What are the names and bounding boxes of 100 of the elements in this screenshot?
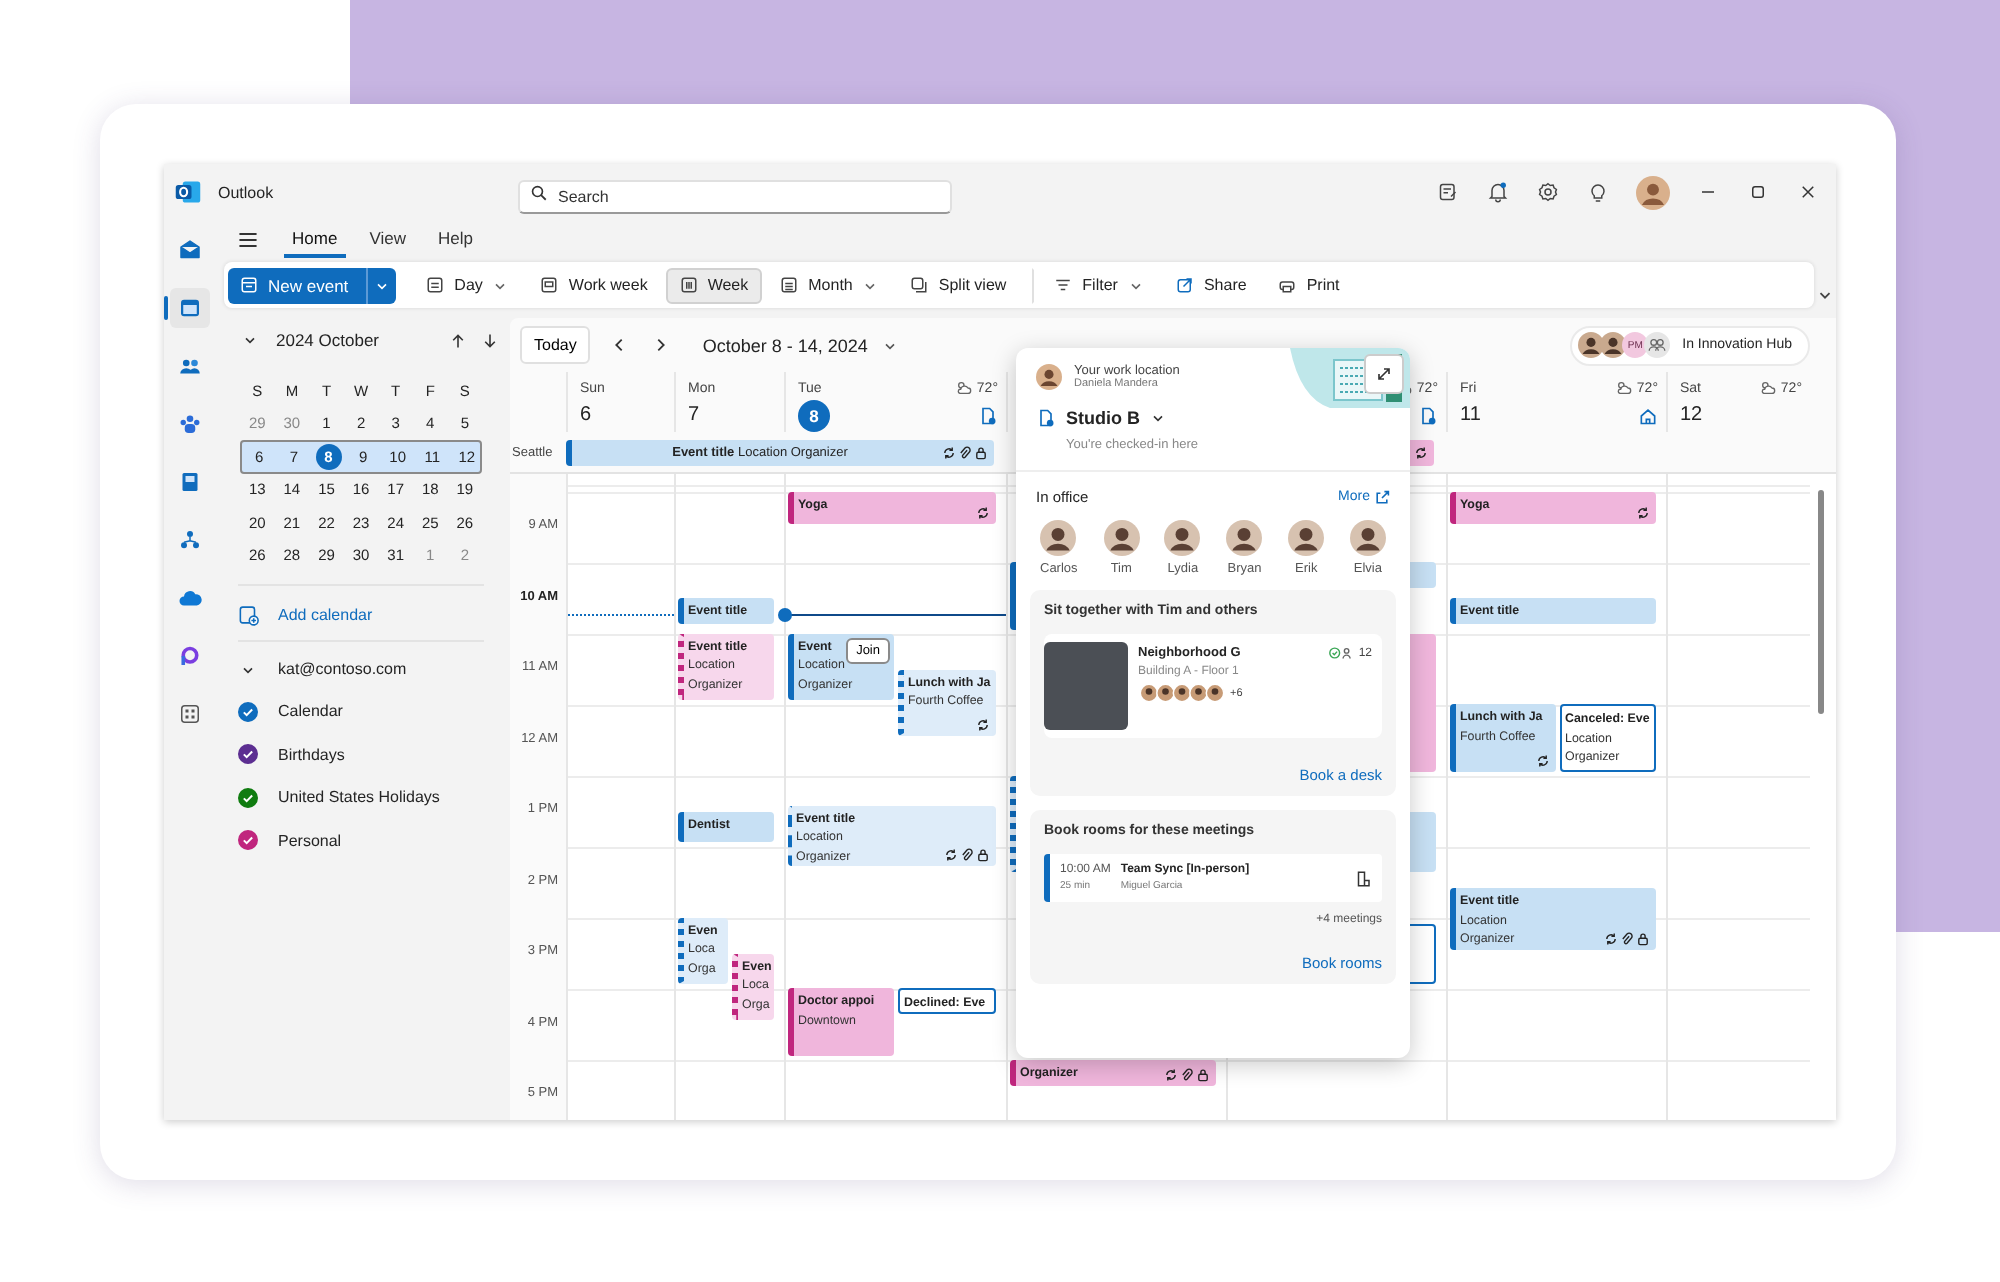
ribbon-tab[interactable]: Help (429, 222, 481, 258)
photo-placeholder (1044, 642, 1128, 730)
day-number[interactable]: 7 (688, 404, 700, 426)
open-external-icon (1374, 489, 1390, 505)
recurring-icon (1636, 505, 1650, 520)
cloud-sun-icon (1616, 380, 1633, 396)
notes-icon[interactable] (1436, 180, 1460, 204)
maximize-icon[interactable] (1746, 180, 1770, 204)
new-event-dropdown[interactable] (366, 267, 397, 303)
calendar-list-item[interactable]: Personal (238, 819, 504, 862)
filter-view-button[interactable]: Filter (1032, 267, 1158, 303)
day-number[interactable]: 6 (580, 404, 592, 426)
lock-icon (974, 445, 989, 459)
month-view-button[interactable]: Month (766, 267, 893, 303)
expand-icon (1374, 364, 1394, 384)
week-view-button[interactable]: Week (665, 267, 763, 303)
paperclip-icon (960, 848, 974, 863)
month-title: 2024 October (276, 330, 382, 350)
print-icon (1278, 276, 1297, 294)
paperclip-icon (1180, 1067, 1194, 1082)
people-icon (1644, 332, 1671, 358)
day-number[interactable]: 8 (798, 399, 830, 431)
calendar-list-item[interactable]: Birthdays (238, 733, 504, 776)
building-icon[interactable] (978, 405, 998, 425)
day-number[interactable]: 11 (1460, 404, 1481, 426)
ribbon-tab[interactable]: View (361, 222, 414, 258)
paperclip-icon (1620, 931, 1634, 946)
recurring-icon (976, 718, 990, 733)
avatar-silhouette[interactable] (1226, 520, 1263, 556)
calendar-icon (178, 296, 202, 320)
arrow-up-icon[interactable] (450, 331, 466, 349)
close-icon[interactable] (1796, 180, 1820, 204)
building-icon (1036, 408, 1056, 428)
workweek-view-button[interactable]: Work week (526, 267, 662, 303)
settings-icon[interactable] (1536, 180, 1560, 204)
avatar-silhouette[interactable] (1103, 520, 1140, 556)
workweek-icon (540, 276, 559, 294)
calendar-add-icon (238, 603, 260, 625)
add-calendar-link[interactable]: Add calendar (238, 600, 504, 628)
menu-icon[interactable] (236, 228, 260, 252)
arrow-down-icon[interactable] (482, 331, 498, 349)
apps-icon (178, 702, 202, 726)
building-icon[interactable] (1418, 405, 1438, 425)
day-icon (426, 276, 445, 294)
week-icon (679, 276, 698, 294)
room-icon (1354, 869, 1372, 887)
recurring-icon (1164, 1067, 1178, 1082)
avatar-silhouette[interactable] (1288, 520, 1325, 556)
day-number[interactable]: 12 (1680, 404, 1703, 426)
app-name: Outlook (218, 183, 276, 201)
ribbon-tab[interactable]: Home (284, 222, 346, 258)
checkbox-icon[interactable] (238, 701, 258, 722)
avatar-silhouette[interactable] (1164, 520, 1201, 556)
calendar-add-icon (240, 276, 258, 294)
calendar-list-item[interactable]: Calendar (238, 690, 504, 733)
today-button[interactable]: Today (520, 326, 591, 364)
date-range-picker[interactable]: October 8 - 14, 2024 (702, 335, 868, 355)
cloud-icon (178, 586, 202, 610)
location-dropdown[interactable]: Studio B (1066, 408, 1140, 428)
recurring-icon (944, 848, 958, 863)
day-view-button[interactable]: Day (412, 267, 523, 303)
recurring-icon (976, 505, 990, 520)
recurring-icon (942, 445, 957, 459)
share-view-button[interactable]: Share (1161, 267, 1261, 303)
lock-icon (1196, 1067, 1210, 1082)
print-view-button[interactable]: Print (1264, 267, 1354, 303)
cloud-sun-icon (956, 380, 973, 396)
mail-icon (178, 238, 202, 262)
calendar-list-item[interactable]: United States Holidays (238, 776, 504, 819)
avatar-silhouette (1036, 364, 1062, 390)
cloud-sun-icon (1760, 380, 1777, 396)
checkbox-icon[interactable] (238, 787, 258, 808)
search-field[interactable]: Search (518, 179, 952, 213)
split-icon (910, 276, 929, 294)
avatar-silhouette (1578, 332, 1605, 358)
calendar-rail-button[interactable] (170, 288, 210, 328)
loop-icon (178, 644, 202, 668)
bell-icon[interactable] (1486, 180, 1510, 204)
avatar-silhouette[interactable] (1040, 520, 1077, 556)
chevron-down-icon[interactable] (242, 332, 258, 348)
search-icon (530, 183, 548, 201)
expand-button[interactable] (1364, 354, 1404, 394)
current-time-marker (778, 607, 792, 622)
home-icon[interactable] (1638, 405, 1658, 425)
recurring-icon (1604, 931, 1618, 946)
share-icon (1175, 276, 1194, 294)
avatar-silhouette[interactable] (1349, 520, 1386, 556)
checkbox-icon[interactable] (238, 830, 258, 851)
available-seats-icon (1328, 646, 1355, 660)
chevron-down-icon[interactable] (1150, 410, 1166, 426)
recurring-icon (1535, 753, 1549, 768)
new-event-button[interactable]: New event (228, 267, 367, 303)
checkbox-icon[interactable] (238, 744, 258, 765)
filter-icon (1054, 276, 1073, 294)
account-header[interactable]: kat@contoso.com (238, 656, 504, 682)
current-time-line (568, 613, 674, 616)
lock-icon (1636, 931, 1650, 946)
lightbulb-icon[interactable] (1586, 180, 1610, 204)
split-view-button[interactable]: Split view (896, 267, 1021, 303)
user-avatar[interactable] (1636, 175, 1670, 209)
